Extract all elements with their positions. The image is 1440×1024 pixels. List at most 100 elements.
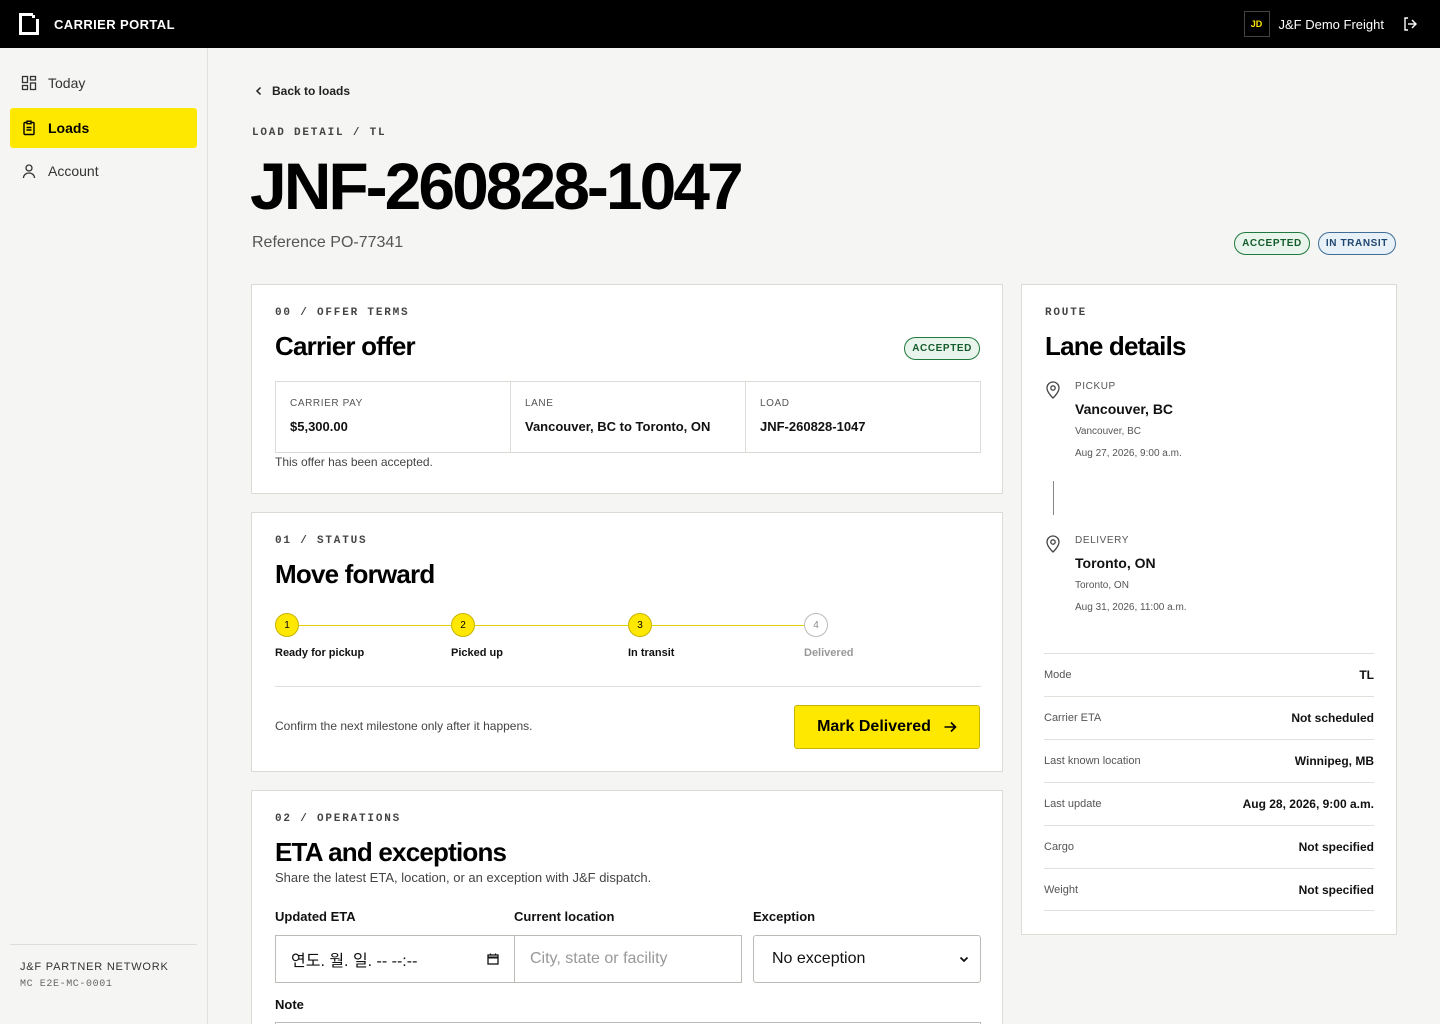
- eta-label: Updated ETA: [275, 909, 356, 924]
- location-label: Current location: [514, 909, 615, 924]
- avatar[interactable]: JD: [1243, 11, 1270, 37]
- route-details-list: Mode TL Carrier ETA Not scheduled Last k…: [1044, 653, 1374, 911]
- map-pin-icon: [1046, 535, 1060, 553]
- status-badges: ACCEPTED IN TRANSIT: [1234, 232, 1396, 255]
- top-bar: CARRIER PORTAL JD J&F Demo Freight: [0, 0, 1440, 48]
- status-hint: Confirm the next milestone only after it…: [275, 719, 533, 733]
- chevron-left-icon: [255, 86, 262, 96]
- step-in-transit: 3 In transit: [628, 613, 674, 659]
- brand[interactable]: CARRIER PORTAL: [19, 13, 175, 35]
- brand-logo-icon: [19, 13, 39, 35]
- detail-label: Cargo: [1044, 841, 1074, 853]
- section-title: Carrier offer: [275, 331, 416, 361]
- sidebar-item-today[interactable]: Today: [10, 63, 197, 103]
- term-label: LOAD: [760, 398, 790, 409]
- calendar-icon[interactable]: [487, 953, 499, 965]
- status-card: 01 / STATUS Move forward 1 Ready for pic…: [251, 512, 1003, 772]
- step-label: Picked up: [451, 647, 503, 659]
- detail-value: Aug 28, 2026, 9:00 a.m.: [1242, 797, 1374, 811]
- step-connector: [299, 625, 451, 626]
- section-eyebrow: 02 / OPERATIONS: [275, 813, 402, 825]
- detail-label: Last known location: [1044, 755, 1141, 767]
- detail-value: Winnipeg, MB: [1294, 754, 1374, 768]
- section-eyebrow: 00 / OFFER TERMS: [275, 307, 410, 319]
- stop-address: Vancouver, BC: [1075, 426, 1141, 437]
- term-value: Vancouver, BC to Toronto, ON: [525, 419, 711, 434]
- step-connector: [652, 625, 804, 626]
- mark-delivered-button[interactable]: Mark Delivered: [794, 705, 980, 749]
- current-location-input[interactable]: City, state or facility: [514, 935, 742, 983]
- detail-label: Weight: [1044, 883, 1079, 896]
- sidebar-item-label: Account: [48, 163, 99, 179]
- detail-row-cargo: Cargo Not specified: [1044, 825, 1374, 868]
- detail-value: Not specified: [1298, 840, 1374, 854]
- sidebar: Today Loads Account J&F PARTNER NETWORK …: [0, 48, 208, 1024]
- status-stepper: 1 Ready for pickup 2 Picked up 3 In tran…: [275, 613, 981, 663]
- term-value: $5,300.00: [290, 419, 348, 434]
- step-connector: [475, 625, 628, 626]
- section-eyebrow: ROUTE: [1045, 307, 1088, 319]
- page-eyebrow: LOAD DETAIL / TL: [252, 127, 387, 139]
- step-number: 4: [804, 613, 828, 637]
- note-label: Note: [275, 997, 304, 1012]
- detail-value: TL: [1359, 668, 1374, 682]
- org-name[interactable]: J&F Demo Freight: [1279, 17, 1384, 32]
- mc-number: MC E2E-MC-0001: [20, 979, 113, 990]
- reference-number: Reference PO-77341: [252, 234, 404, 251]
- exception-value: No exception: [772, 950, 866, 967]
- step-label: Ready for pickup: [275, 647, 365, 659]
- eta-datetime-input[interactable]: 연도. 월. 일. -- --:--: [275, 935, 515, 983]
- term-label: CARRIER PAY: [290, 398, 363, 409]
- map-pin-icon: [1046, 381, 1060, 399]
- detail-label: Last update: [1044, 798, 1102, 810]
- detail-row-last-update: Last update Aug 28, 2026, 9:00 a.m.: [1044, 782, 1374, 825]
- page-title: JNF-260828-1047: [250, 149, 744, 223]
- logout-icon[interactable]: [1402, 16, 1418, 32]
- section-eyebrow: 01 / STATUS: [275, 535, 368, 547]
- offer-terms-grid: CARRIER PAY $5,300.00 LANE Vancouver, BC…: [275, 381, 981, 453]
- grid-icon: [21, 75, 37, 91]
- clipboard-icon: [23, 120, 35, 136]
- status-badge-in-transit: IN TRANSIT: [1317, 232, 1396, 255]
- stop-city: Vancouver, BC: [1075, 401, 1174, 417]
- eta-value: 연도. 월. 일. -- --:--: [291, 953, 418, 970]
- detail-value: Not specified: [1298, 882, 1374, 897]
- detail-row-mode: Mode TL: [1044, 653, 1374, 696]
- offer-terms-card: 00 / OFFER TERMS Carrier offer ACCEPTED …: [251, 284, 1003, 494]
- location-placeholder: City, state or facility: [530, 950, 668, 967]
- section-title: Move forward: [275, 559, 435, 589]
- stop-time: Aug 31, 2026, 11:00 a.m.: [1075, 602, 1187, 613]
- sidebar-item-label: Loads: [48, 120, 90, 136]
- step-number: 2: [451, 613, 475, 637]
- back-to-loads-link[interactable]: Back to loads: [254, 84, 350, 98]
- section-title: Lane details: [1045, 331, 1186, 361]
- step-label: In transit: [628, 647, 675, 659]
- detail-row-last-location: Last known location Winnipeg, MB: [1044, 739, 1374, 782]
- user-icon: [22, 164, 36, 179]
- sidebar-item-account[interactable]: Account: [10, 151, 197, 191]
- stop-time: Aug 27, 2026, 9:00 a.m.: [1075, 448, 1182, 459]
- route-card: ROUTE Lane details PICKUP Vancouver, BC …: [1021, 284, 1397, 935]
- divider: [275, 686, 981, 687]
- account-area: JD J&F Demo Freight: [1243, 11, 1418, 37]
- step-picked-up: 2 Picked up: [451, 613, 503, 659]
- stop-label: DELIVERY: [1075, 535, 1130, 546]
- stop-city: Toronto, ON: [1075, 555, 1156, 571]
- term-lane: LANE Vancouver, BC to Toronto, ON: [511, 382, 746, 452]
- stop-label: PICKUP: [1075, 381, 1116, 392]
- status-badge-accepted: ACCEPTED: [1234, 232, 1310, 255]
- exception-select[interactable]: No exception: [753, 935, 981, 983]
- sidebar-item-loads[interactable]: Loads: [10, 108, 197, 148]
- brand-name: CARRIER PORTAL: [54, 16, 175, 32]
- stop-address: Toronto, ON: [1075, 580, 1129, 591]
- section-title: ETA and exceptions: [275, 837, 507, 867]
- term-load: LOAD JNF-260828-1047: [746, 382, 980, 452]
- route-connector: [1053, 481, 1054, 515]
- offer-note: This offer has been accepted.: [275, 455, 433, 469]
- offer-status-badge: ACCEPTED: [904, 337, 980, 360]
- step-ready-for-pickup: 1 Ready for pickup: [275, 613, 364, 659]
- partner-network-label: J&F PARTNER NETWORK: [20, 961, 169, 973]
- detail-value: Not scheduled: [1291, 711, 1374, 725]
- exception-label: Exception: [753, 909, 816, 924]
- sidebar-item-label: Today: [48, 75, 86, 91]
